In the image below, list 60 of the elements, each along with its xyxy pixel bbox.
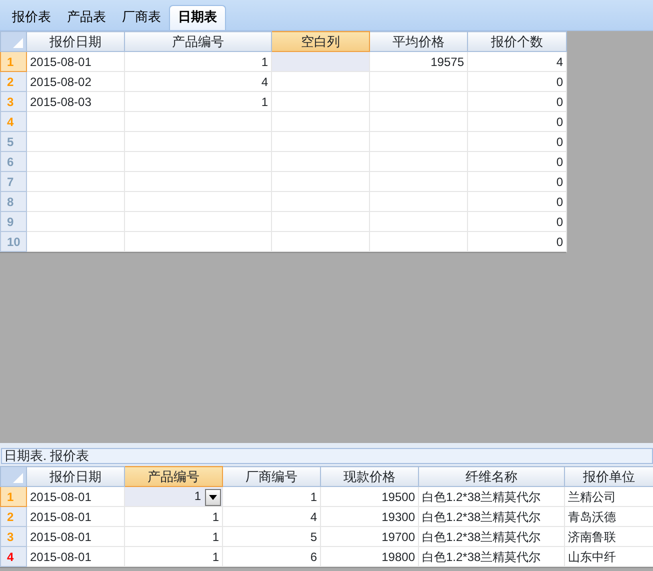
table-cell: 2015-08-01 xyxy=(26,486,124,506)
select-all-corner[interactable] xyxy=(0,32,26,52)
caret-icon xyxy=(209,494,217,500)
panel-caption: 日期表. 报价表 xyxy=(1,448,653,464)
column-header[interactable]: 产品编号 xyxy=(124,32,272,52)
table-cell: 19500 xyxy=(320,486,418,506)
cell-editor[interactable]: 1 xyxy=(124,486,222,506)
column-header[interactable]: 产品编号 xyxy=(124,466,222,486)
tab[interactable]: 报价表 xyxy=(4,6,59,30)
table-cell: 1 xyxy=(222,486,320,506)
column-header[interactable]: 报价日期 xyxy=(26,466,124,486)
table-cell: 0 xyxy=(468,72,566,92)
table-cell: 19700 xyxy=(320,526,418,546)
table-cell: 5 xyxy=(222,526,320,546)
table-cell: 2015-08-01 xyxy=(26,506,124,526)
table-cell: 0 xyxy=(468,152,566,172)
table-cell: 1 xyxy=(124,546,222,566)
table-cell: 白色1.2*38兰精莫代尔 xyxy=(418,506,564,526)
table-cell: 白色1.2*38兰精莫代尔 xyxy=(418,546,564,566)
column-header[interactable]: 纤维名称 xyxy=(418,466,564,486)
table-cell: 4 xyxy=(222,506,320,526)
table-cell: 0 xyxy=(468,192,566,212)
tab[interactable]: 产品表 xyxy=(59,6,114,30)
table-cell: 2015-08-03 xyxy=(26,92,124,112)
tab[interactable]: 厂商表 xyxy=(114,6,169,30)
table-cell: 4 xyxy=(468,52,566,72)
table-cell: 2015-08-01 xyxy=(26,52,124,72)
table-cell: 6 xyxy=(222,546,320,566)
table-cell: 19800 xyxy=(320,546,418,566)
column-header[interactable]: 空白列 xyxy=(272,32,370,52)
column-header[interactable]: 报价单位 xyxy=(564,466,653,486)
table-cell: 白色1.2*38兰精莫代尔 xyxy=(418,526,564,546)
table-cell: 1 xyxy=(124,92,272,112)
tab[interactable]: 日期表 xyxy=(169,5,226,30)
column-header[interactable]: 现款价格 xyxy=(320,466,418,486)
table-cell: 0 xyxy=(468,132,566,152)
table-cell: 0 xyxy=(468,112,566,132)
table-cell: 19300 xyxy=(320,506,418,526)
table-cell: 0 xyxy=(468,212,566,232)
table-cell: 0 xyxy=(468,92,566,112)
column-header[interactable]: 报价个数 xyxy=(468,32,566,52)
column-header[interactable]: 报价日期 xyxy=(26,32,124,52)
table-cell: 1 xyxy=(124,526,222,546)
dropdown-button[interactable] xyxy=(205,488,221,506)
table-cell: 白色1.2*38兰精莫代尔 xyxy=(418,486,564,506)
table-cell: 2015-08-01 xyxy=(26,546,124,566)
select-all-corner[interactable] xyxy=(0,466,26,486)
corner-triangle-icon xyxy=(13,473,23,483)
table-cell: 0 xyxy=(468,232,566,252)
column-header[interactable]: 厂商编号 xyxy=(222,466,320,486)
column-header[interactable]: 平均价格 xyxy=(370,32,468,52)
table-cell: 19575 xyxy=(370,52,468,72)
table-cell: 2015-08-02 xyxy=(26,72,124,92)
table-cell: 2015-08-01 xyxy=(26,526,124,546)
table-cell: 0 xyxy=(468,172,566,192)
cell-value: 1 xyxy=(194,489,201,504)
table-cell: 4 xyxy=(124,72,272,92)
table-cell: 1 xyxy=(124,506,222,526)
table-cell: 1 xyxy=(124,52,272,72)
corner-triangle-icon xyxy=(13,38,23,48)
